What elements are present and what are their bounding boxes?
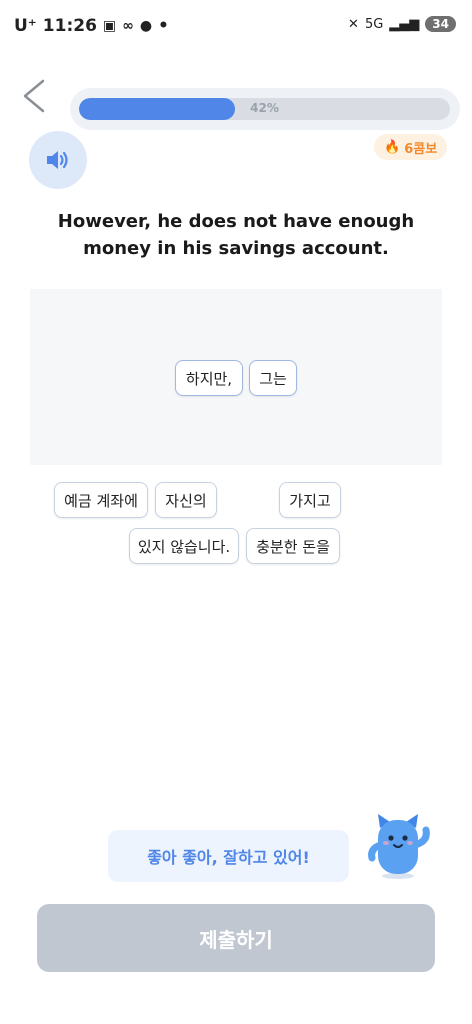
word-bank-chip[interactable]: 예금 계좌에: [54, 482, 148, 518]
mascot-icon: [368, 814, 430, 879]
word-bank-chip[interactable]: 가지고: [279, 482, 341, 518]
network-label: 5G: [364, 16, 384, 32]
carrier-label: U⁺: [14, 16, 37, 36]
answer-chip[interactable]: 그는: [249, 360, 297, 396]
word-bank-chip[interactable]: 자신의: [155, 482, 217, 518]
notification-dot: •: [158, 16, 169, 36]
progress-label: 42%: [250, 101, 279, 115]
play-audio-button[interactable]: [29, 131, 87, 189]
status-bar: U⁺ 11:26 ▣ ∞ ● • ✕ 5G ▂▄▆ 34: [0, 0, 472, 54]
speaker-icon: [47, 151, 68, 169]
combo-badge: 🔥 6콤보: [374, 134, 448, 160]
infinity-icon: ∞: [122, 18, 134, 34]
prompt-sentence: However, he does not have enough money i…: [57, 211, 415, 259]
word-bank-chip[interactable]: 있지 않습니다.: [129, 528, 239, 564]
signal-icon: ▂▄▆: [389, 16, 420, 32]
back-button[interactable]: [18, 76, 52, 116]
mute-icon: ✕: [348, 16, 359, 32]
talk-icon: ●: [139, 18, 153, 34]
clock: 11:26: [42, 16, 97, 36]
submit-button[interactable]: 제출하기: [37, 904, 435, 972]
battery-indicator: 34: [425, 16, 456, 32]
answer-area[interactable]: 하지만, 그는: [30, 289, 442, 465]
encouragement-bubble: 좋아 좋아, 잘하고 있어!: [108, 830, 349, 882]
chevron-left-icon: [23, 79, 45, 113]
answer-chip[interactable]: 하지만,: [175, 360, 243, 396]
fire-icon: 🔥: [384, 139, 401, 155]
combo-label: 6콤보: [404, 141, 438, 157]
screenshot-icon: ▣: [102, 18, 117, 34]
word-bank-chip[interactable]: 충분한 돈을: [246, 528, 340, 564]
progress-bar: 42%: [70, 88, 460, 130]
